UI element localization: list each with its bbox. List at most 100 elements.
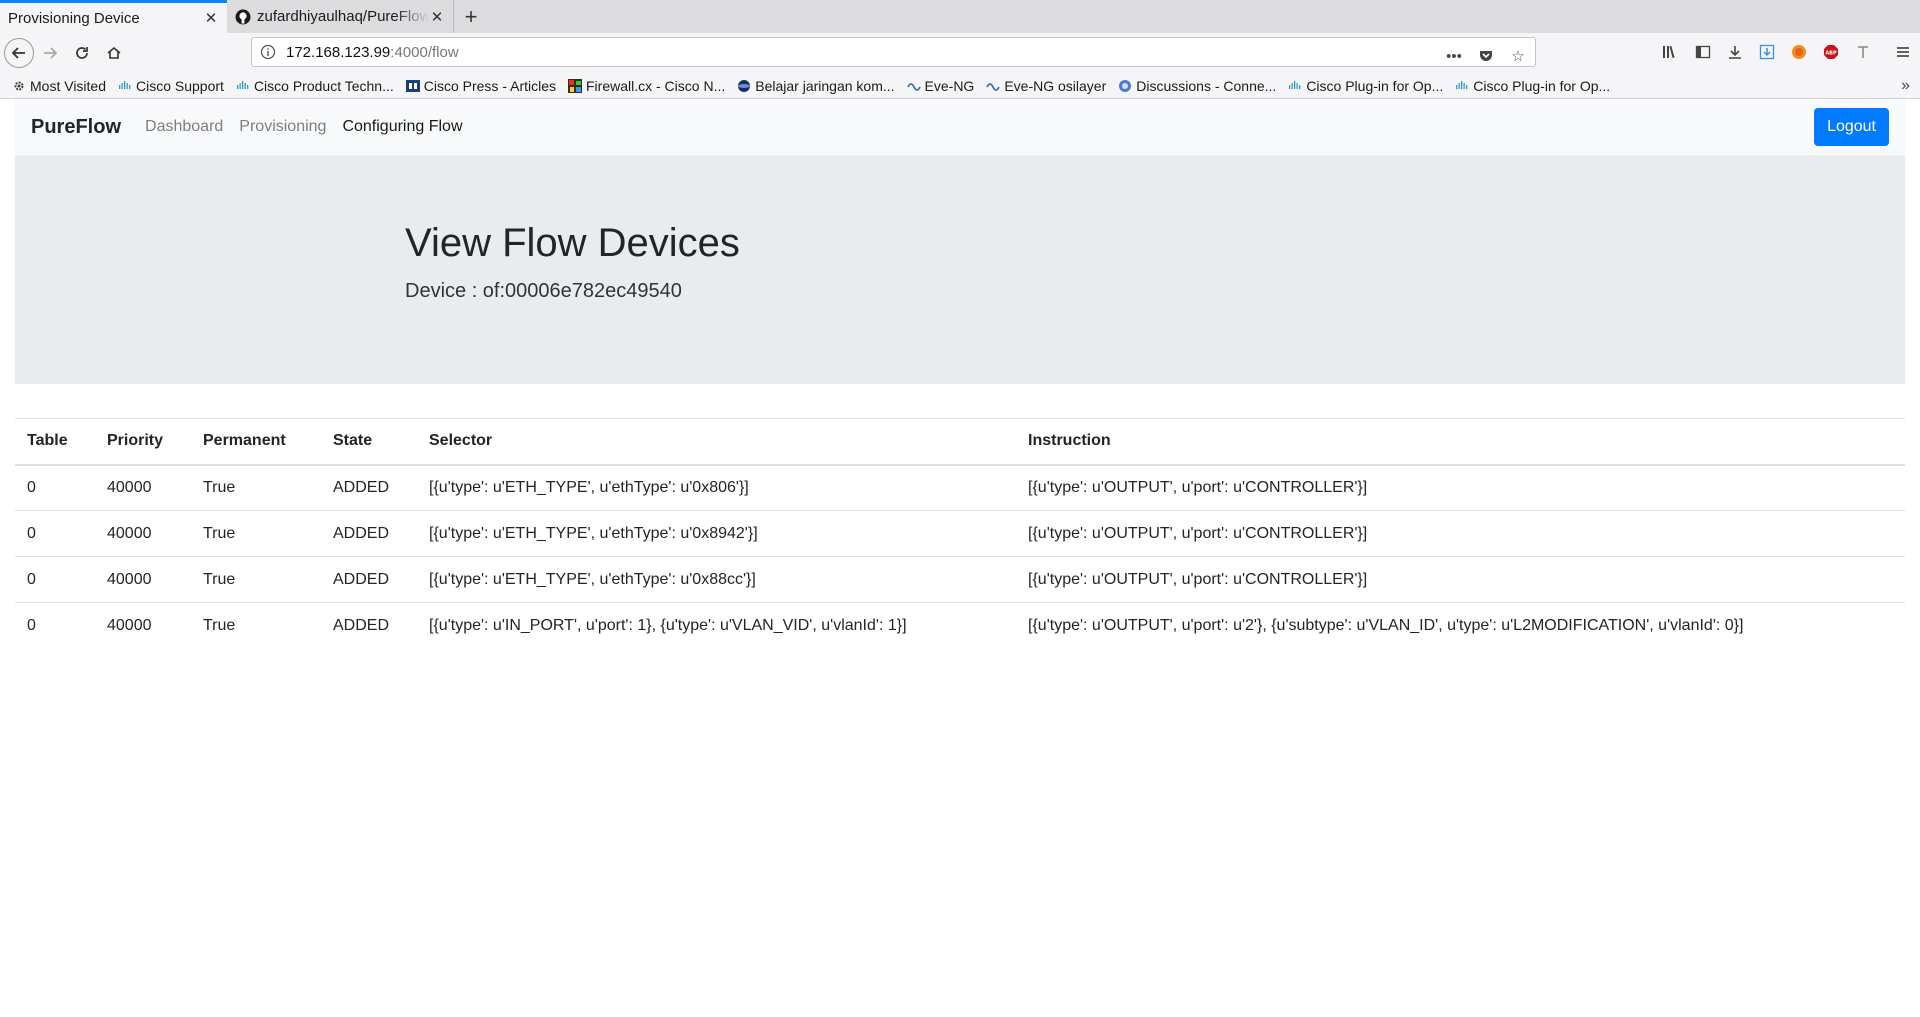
chevron-right-icon[interactable]: » bbox=[1901, 77, 1910, 95]
tab-title: Provisioning Device bbox=[8, 9, 140, 27]
nav-provisioning[interactable]: Provisioning bbox=[239, 118, 326, 136]
eve-ng-icon bbox=[906, 79, 921, 93]
download-icon[interactable] bbox=[1724, 37, 1746, 67]
close-icon[interactable]: ✕ bbox=[429, 9, 445, 26]
header-selector: Selector bbox=[417, 418, 1016, 466]
gear-icon bbox=[12, 79, 26, 93]
cell-table: 0 bbox=[15, 556, 95, 603]
bookmark-cisco-support[interactable]: Cisco Support bbox=[118, 78, 224, 94]
back-icon[interactable] bbox=[4, 38, 34, 68]
bookmark-cisco-press[interactable]: Cisco Press - Articles bbox=[405, 77, 556, 94]
cell-selector: [{u'type': u'IN_PORT', u'port': 1}, {u't… bbox=[417, 602, 1016, 649]
cell-instruction: [{u'type': u'OUTPUT', u'port': u'CONTROL… bbox=[1028, 478, 1368, 496]
tab-title: zufardhiyaulhaq/PureFlow bbox=[257, 8, 429, 25]
bookmark-cisco-plugin-1[interactable]: Cisco Plug-in for Op... bbox=[1288, 78, 1443, 94]
cell-permanent: True bbox=[203, 478, 236, 496]
home-icon[interactable] bbox=[98, 37, 130, 69]
bookmark-eve-ng[interactable]: Eve-NG bbox=[906, 77, 975, 94]
cell-priority: 40000 bbox=[95, 602, 191, 649]
bookmark-eve-ng-osilayer[interactable]: Eve-NG osilayer bbox=[986, 78, 1106, 94]
header-state: State bbox=[321, 418, 417, 466]
cell-state: ADDED bbox=[321, 602, 417, 649]
reload-icon[interactable] bbox=[66, 37, 98, 69]
cell-priority: 40000 bbox=[95, 556, 191, 603]
table-row: 0 40000 True ADDED [{u'type': u'ETH_TYPE… bbox=[15, 510, 1905, 557]
table-row: 0 40000 True ADDED [{u'type': u'ETH_TYPE… bbox=[15, 465, 1905, 511]
svg-text:ABP: ABP bbox=[1825, 51, 1837, 57]
url-path: :4000/flow bbox=[390, 43, 459, 61]
bookmark-cisco-product[interactable]: Cisco Product Techn... bbox=[236, 78, 394, 94]
bookmark-label: Firewall.cx - Cisco N... bbox=[586, 77, 726, 94]
bookmark-belajar-jaringan[interactable]: Belajar jaringan kom... bbox=[737, 77, 895, 94]
pocket-icon[interactable] bbox=[1475, 41, 1497, 71]
url-bar[interactable]: 172.168.123.99:4000/flow ••• ☆ bbox=[251, 37, 1536, 67]
table-header-row: Table Priority Permanent State Selector … bbox=[15, 418, 1905, 466]
logout-button[interactable]: Logout bbox=[1814, 108, 1889, 146]
browser-tab-bar: Provisioning Device ✕ zufardhiyaulhaq/Pu… bbox=[0, 0, 1920, 33]
library-icon[interactable] bbox=[1660, 37, 1682, 67]
cell-table: 0 bbox=[27, 478, 36, 496]
cell-instruction: [{u'type': u'OUTPUT', u'port': u'CONTROL… bbox=[1016, 556, 1905, 603]
bookmark-label: Cisco Press - Articles bbox=[423, 77, 556, 94]
cisco-icon bbox=[1288, 79, 1302, 93]
firefox-account-icon[interactable] bbox=[1788, 37, 1810, 67]
cell-instruction: [{u'type': u'OUTPUT', u'port': u'CONTROL… bbox=[1016, 510, 1905, 557]
cell-table: 0 bbox=[15, 510, 95, 557]
table-row: 0 40000 True ADDED [{u'type': u'IN_PORT'… bbox=[15, 602, 1905, 649]
cisco-icon bbox=[118, 79, 132, 93]
save-icon[interactable] bbox=[1756, 37, 1778, 67]
cell-table: 0 bbox=[15, 602, 95, 649]
cell-priority: 40000 bbox=[95, 510, 191, 557]
bookmark-label: Cisco Product Techn... bbox=[253, 77, 394, 94]
app-navbar: PureFlow Dashboard Provisioning Configur… bbox=[15, 99, 1905, 155]
browser-toolbar: 172.168.123.99:4000/flow ••• ☆ ABP bbox=[0, 33, 1920, 73]
forward-icon[interactable] bbox=[34, 37, 66, 69]
text-icon[interactable] bbox=[1852, 37, 1874, 67]
cisco-press-icon bbox=[405, 79, 420, 93]
firewall-icon bbox=[568, 78, 582, 93]
discussion-icon bbox=[1118, 79, 1132, 93]
bookmark-most-visited[interactable]: Most Visited bbox=[12, 78, 106, 94]
page-title: View Flow Devices bbox=[405, 221, 740, 265]
bookmarks-toolbar: Most Visited Cisco Support Cisco Product… bbox=[0, 73, 1920, 99]
header-instruction: Instruction bbox=[1016, 418, 1905, 466]
brand-logo[interactable]: PureFlow bbox=[31, 116, 121, 139]
close-icon[interactable]: ✕ bbox=[203, 10, 219, 27]
table-row: 0 40000 True ADDED [{u'type': u'ETH_TYPE… bbox=[15, 556, 1905, 603]
tab-github-pureflow[interactable]: zufardhiyaulhaq/PureFlow ✕ bbox=[227, 0, 454, 33]
cell-selector: [{u'type': u'ETH_TYPE', u'ethType': u'0x… bbox=[417, 556, 1016, 603]
bookmark-label: Eve-NG osilayer bbox=[1004, 77, 1107, 94]
bookmark-cisco-plugin-2[interactable]: Cisco Plug-in for Op... bbox=[1455, 78, 1610, 94]
cell-selector: [{u'type': u'ETH_TYPE', u'ethType': u'0x… bbox=[417, 510, 1016, 557]
cell-permanent: True bbox=[191, 510, 321, 557]
bookmark-label: Cisco Support bbox=[136, 77, 224, 94]
bookmark-label: Eve-NG bbox=[924, 77, 975, 94]
jumbotron: View Flow Devices Device : of:00006e782e… bbox=[15, 155, 1905, 384]
bookmark-discussions[interactable]: Discussions - Conne... bbox=[1118, 78, 1276, 94]
info-icon[interactable] bbox=[260, 44, 278, 60]
header-permanent: Permanent bbox=[191, 418, 321, 466]
new-tab-button[interactable]: + bbox=[454, 0, 488, 33]
tab-provisioning-device[interactable]: Provisioning Device ✕ bbox=[0, 0, 227, 33]
globe-icon bbox=[737, 79, 751, 93]
adblock-icon[interactable]: ABP bbox=[1820, 37, 1842, 67]
menu-icon[interactable] bbox=[1892, 37, 1914, 67]
bookmark-firewall-cx[interactable]: Firewall.cx - Cisco N... bbox=[568, 78, 725, 94]
bookmark-label: Cisco Plug-in for Op... bbox=[1306, 77, 1444, 94]
bookmark-label: Belajar jaringan kom... bbox=[755, 77, 895, 94]
header-priority: Priority bbox=[95, 418, 191, 466]
flows-table: Table Priority Permanent State Selector … bbox=[15, 418, 1905, 649]
nav-dashboard[interactable]: Dashboard bbox=[145, 118, 223, 136]
github-icon bbox=[235, 9, 251, 25]
cell-permanent: True bbox=[191, 602, 321, 649]
more-icon[interactable]: ••• bbox=[1443, 41, 1465, 71]
nav-configuring-flow[interactable]: Configuring Flow bbox=[342, 118, 462, 136]
sidebar-icon[interactable] bbox=[1692, 37, 1714, 67]
star-icon[interactable]: ☆ bbox=[1507, 41, 1529, 71]
device-id: Device : of:00006e782ec49540 bbox=[405, 280, 682, 302]
bookmark-label: Discussions - Conne... bbox=[1136, 77, 1277, 94]
cisco-icon bbox=[236, 79, 250, 93]
cisco-icon bbox=[1455, 79, 1469, 93]
url-host: 172.168.123.99 bbox=[286, 43, 391, 61]
bookmark-label: Cisco Plug-in for Op... bbox=[1473, 77, 1611, 94]
